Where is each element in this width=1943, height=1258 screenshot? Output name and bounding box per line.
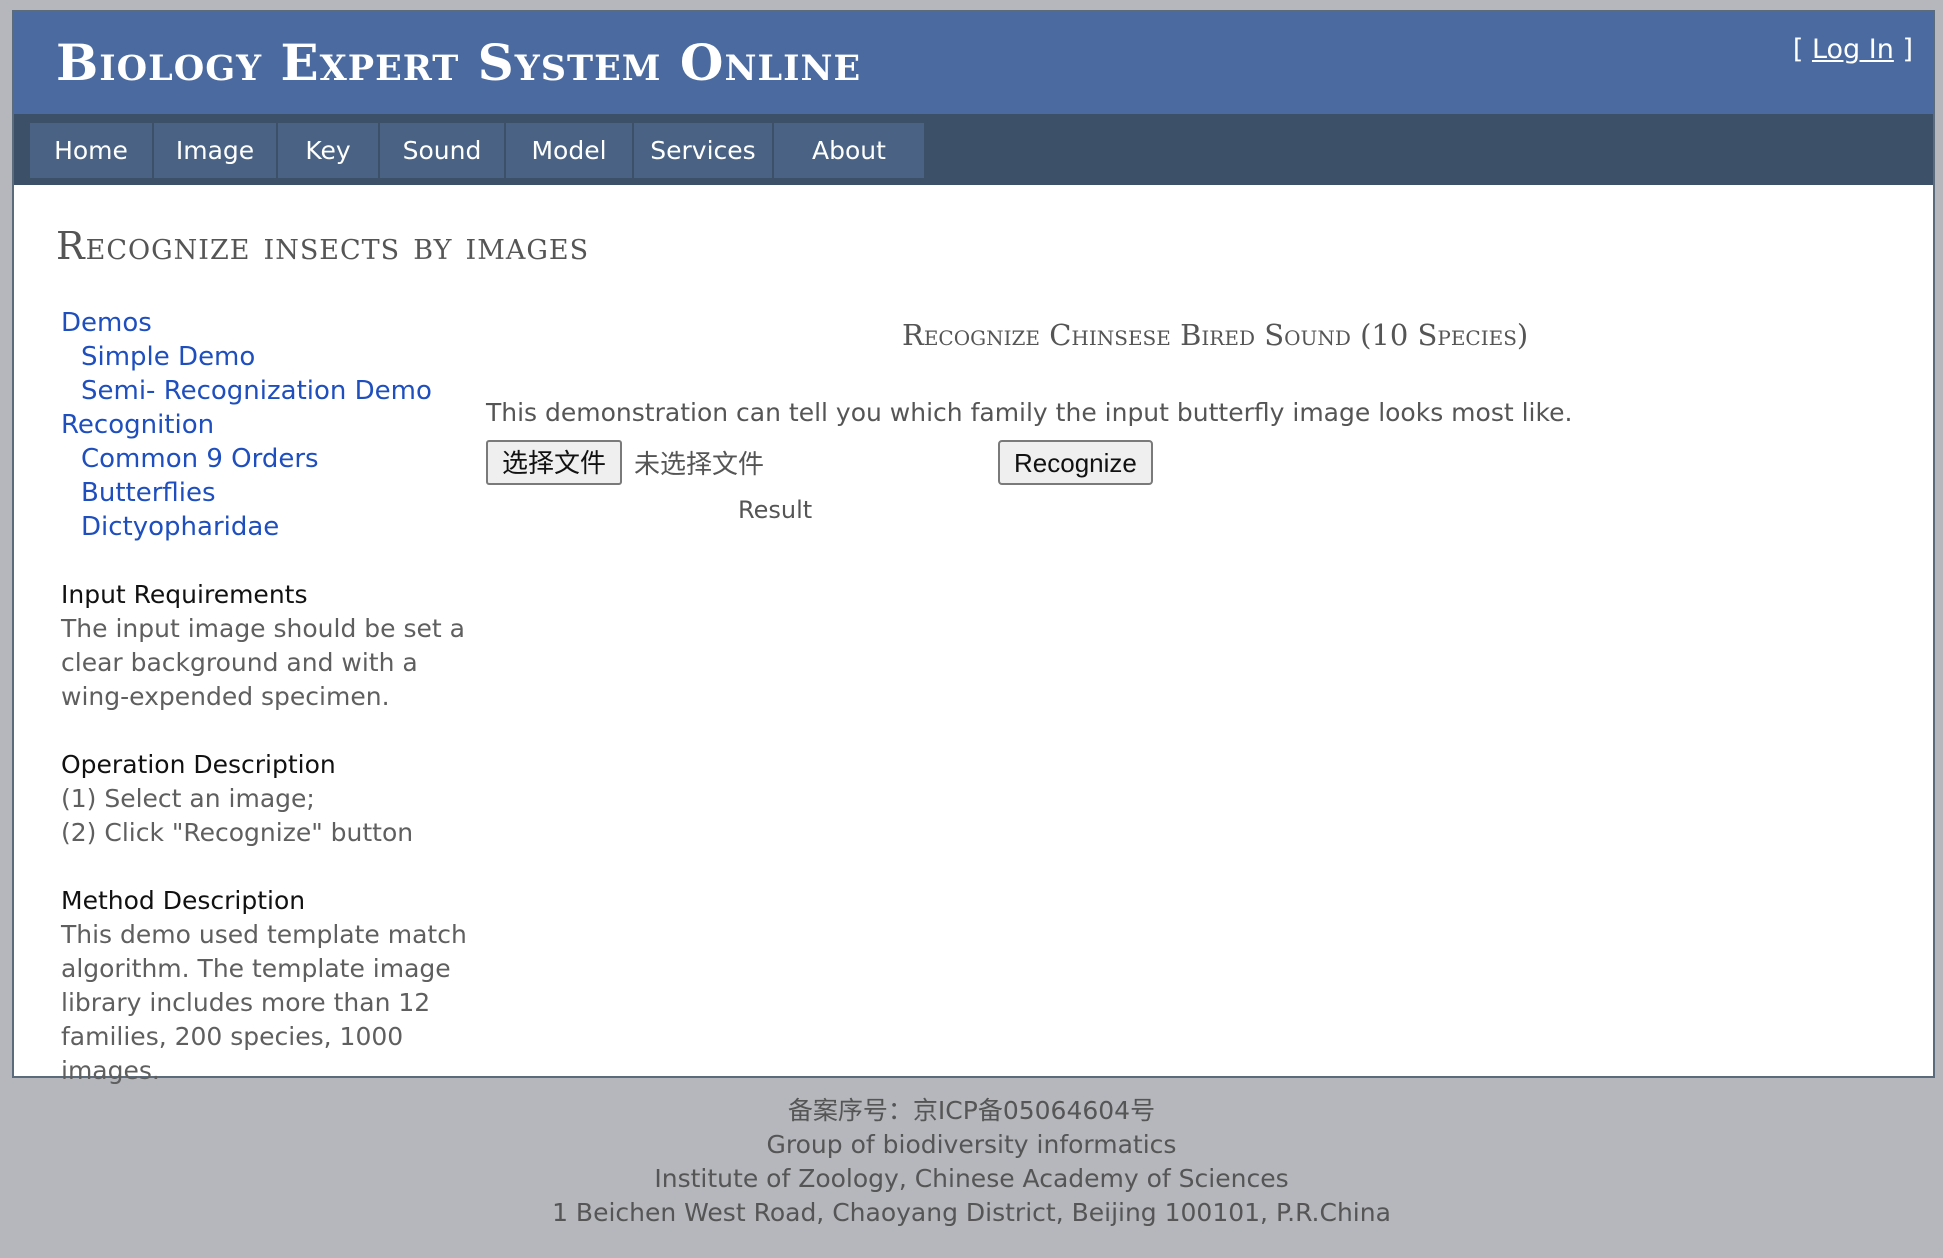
footer-institute: Institute of Zoology, Chinese Academy of… [654, 1164, 1289, 1193]
input-requirements-title: Input Requirements [61, 580, 308, 609]
choose-file-button[interactable]: 选择文件 [486, 440, 623, 485]
operation-description-title: Operation Description [61, 750, 336, 779]
footer-icp-record: 备案序号：京ICP备05064604号 [787, 1096, 1156, 1125]
operation-step-1: (1) Select an image; [61, 784, 315, 813]
login-bracket-open: [ [1792, 34, 1804, 65]
nav-home[interactable]: Home [30, 123, 154, 178]
login-link[interactable]: Log In [1812, 34, 1894, 65]
nav-image[interactable]: Image [154, 123, 278, 178]
demo-description: This demonstration can tell you which fa… [486, 398, 1573, 427]
demo-title: Recognize Chinsese Bired Sound (10 Speci… [902, 318, 1529, 352]
nav-services[interactable]: Services [634, 123, 774, 178]
site-header: Biology Expert System Online [ Log In ] [14, 12, 1933, 114]
footer-group-name: Group of biodiversity informatics [766, 1130, 1177, 1159]
main-nav: Home Image Key Sound Model Services Abou… [14, 114, 1933, 185]
result-label: Result [738, 496, 813, 524]
sidebar-link-dictyopharidae[interactable]: Dictyopharidae [61, 510, 471, 544]
method-description-title: Method Description [61, 886, 306, 915]
site-title: Biology Expert System Online [56, 33, 862, 92]
nav-model[interactable]: Model [506, 123, 634, 178]
sidebar-link-common-9-orders[interactable]: Common 9 Orders [61, 442, 471, 476]
sidebar: Demos Simple Demo Semi- Recognization De… [61, 306, 471, 1088]
operation-step-2: (2) Click "Recognize" button [61, 818, 414, 847]
site-footer: 备案序号：京ICP备05064604号 Group of biodiversit… [0, 1094, 1943, 1230]
sidebar-link-demos[interactable]: Demos [61, 306, 471, 340]
login-area: [ Log In ] [1793, 34, 1913, 65]
sidebar-link-butterflies[interactable]: Butterflies [61, 476, 471, 510]
sidebar-link-recognition[interactable]: Recognition [61, 408, 471, 442]
page-heading: Recognize insects by images [56, 224, 590, 268]
login-bracket-close: ] [1902, 34, 1913, 65]
nav-key[interactable]: Key [278, 123, 380, 178]
nav-sound[interactable]: Sound [380, 123, 506, 178]
operation-description-section: Operation Description (1) Select an imag… [61, 748, 471, 850]
nav-about[interactable]: About [774, 123, 926, 178]
sidebar-link-simple-demo[interactable]: Simple Demo [61, 340, 471, 374]
method-description-text: This demo used template match algorithm.… [61, 920, 467, 1085]
recognize-button[interactable]: Recognize [998, 440, 1153, 485]
sidebar-link-semi-recognization-demo[interactable]: Semi- Recognization Demo [61, 374, 471, 408]
file-status-text: 未选择文件 [634, 450, 765, 480]
input-requirements-text: The input image should be set a clear ba… [61, 614, 465, 711]
method-description-section: Method Description This demo used templa… [61, 884, 471, 1088]
page-container: Biology Expert System Online [ Log In ] … [12, 10, 1935, 1085]
input-requirements-section: Input Requirements The input image shoul… [61, 578, 471, 714]
footer-address: 1 Beichen West Road, Chaoyang District, … [552, 1198, 1391, 1227]
